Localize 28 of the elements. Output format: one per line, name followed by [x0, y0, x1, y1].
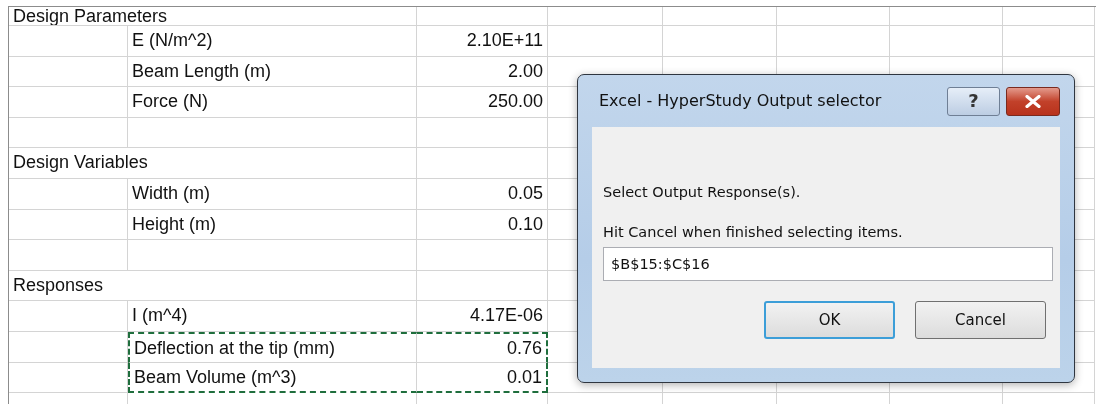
- row-label: Width (m): [128, 178, 417, 210]
- row-label: Force (N): [128, 87, 417, 118]
- cell-value: 4.17E-06: [417, 301, 548, 332]
- cancel-button[interactable]: Cancel: [915, 301, 1046, 339]
- close-button[interactable]: [1006, 86, 1060, 116]
- row-label: Deflection at the tip (mm): [128, 331, 417, 363]
- cell-value: 2.00: [417, 56, 548, 88]
- cell-value: 250.00: [417, 87, 548, 118]
- row-label: I (m^4): [128, 301, 417, 332]
- help-button[interactable]: ?: [947, 86, 1000, 116]
- dialog-message: Hit Cancel when finished selecting items.: [603, 223, 904, 241]
- ok-button[interactable]: OK: [764, 301, 895, 339]
- section-heading: Design Parameters: [9, 7, 417, 26]
- dialog-message: Select Output Response(s).: [603, 183, 802, 201]
- cell-value: 0.05: [417, 178, 548, 210]
- input-field[interactable]: $B$15:$C$16: [603, 247, 1053, 281]
- cell-value: 0.01: [417, 362, 548, 394]
- cell-value: 0.76: [417, 331, 548, 363]
- row-label: E (N/m^2): [128, 26, 417, 57]
- row-label: Height (m): [128, 209, 417, 241]
- row-label: Beam Volume (m^3): [128, 362, 417, 394]
- cell-value: 2.10E+11: [417, 26, 548, 57]
- section-heading: Responses: [9, 270, 417, 302]
- section-heading: Design Variables: [9, 148, 417, 179]
- row-label: Beam Length (m): [128, 56, 417, 88]
- close-icon: [1025, 94, 1041, 108]
- cell-value: 0.10: [417, 209, 548, 241]
- dialog-title: Excel - HyperStudy Output selector: [598, 90, 883, 112]
